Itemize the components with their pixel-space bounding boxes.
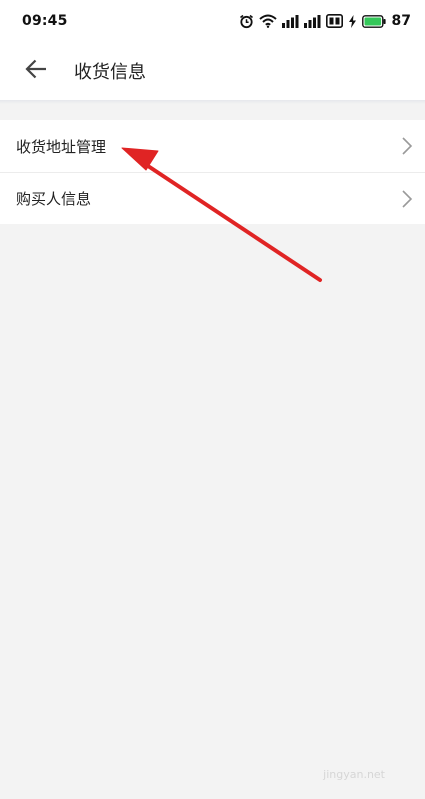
menu-item-address-management[interactable]: 收货地址管理: [0, 120, 425, 172]
alarm-icon: [239, 14, 254, 29]
data-icon: [325, 14, 343, 28]
signal-icon: [303, 14, 321, 28]
menu-item-buyer-info[interactable]: 购买人信息: [0, 172, 425, 224]
status-bar: 09:45 87: [0, 0, 425, 42]
status-time: 09:45: [22, 13, 68, 29]
menu-list: 收货地址管理 购买人信息: [0, 120, 425, 224]
header-divider: [0, 100, 425, 104]
back-button[interactable]: [12, 47, 60, 95]
wifi-icon: [258, 14, 277, 28]
chevron-right-icon: [401, 189, 413, 209]
watermark: jingyan.net: [323, 768, 385, 781]
status-icons: 87: [239, 13, 411, 29]
arrow-left-icon: [24, 58, 48, 84]
signal-icon: [281, 14, 299, 28]
screen: 09:45 87 收货信息 收货地址管理 购买人信息 jingyan.net: [0, 0, 425, 799]
menu-item-label: 购买人信息: [16, 190, 92, 208]
charging-icon: [348, 14, 357, 28]
app-header: 收货信息: [0, 42, 425, 100]
chevron-right-icon: [401, 136, 413, 156]
battery-level: 87: [391, 13, 411, 29]
menu-item-label: 收货地址管理: [16, 137, 107, 156]
page-title: 收货信息: [74, 62, 146, 83]
battery-icon: [361, 14, 386, 28]
